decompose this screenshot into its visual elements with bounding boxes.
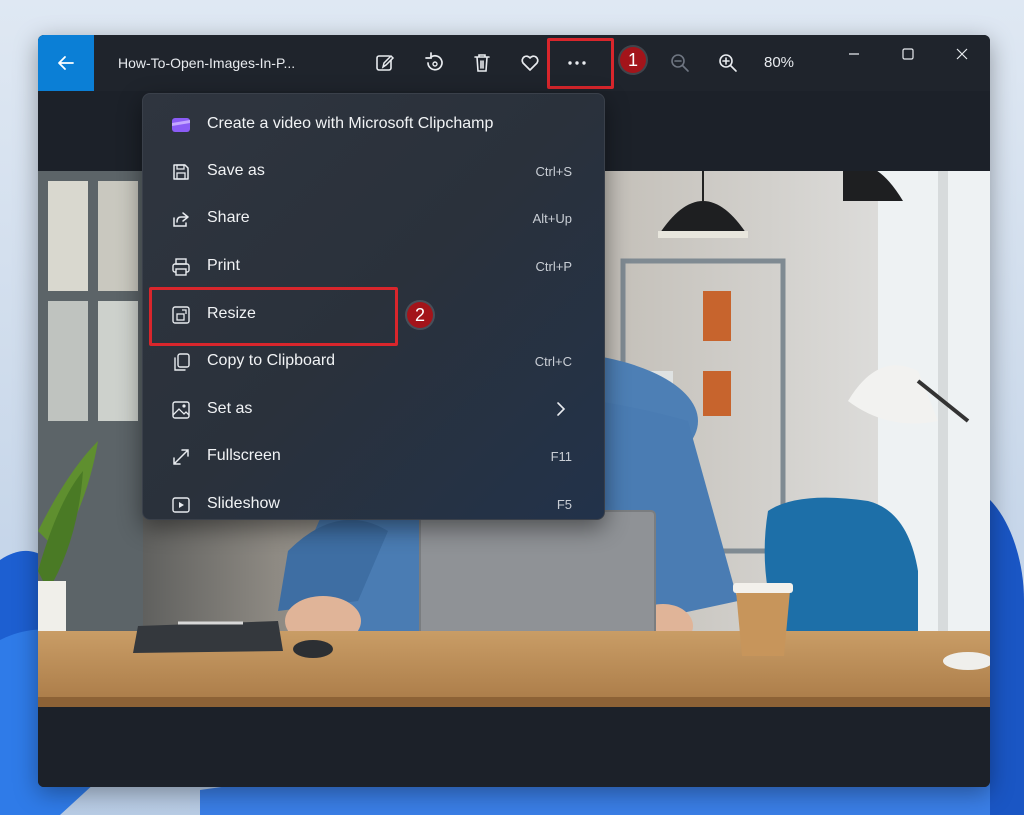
menu-item-shortcut: Alt+Up bbox=[532, 211, 572, 226]
menu-item-fullscreen[interactable]: Fullscreen F11 bbox=[149, 435, 598, 479]
share-icon bbox=[173, 212, 189, 227]
zoom-out-icon bbox=[671, 54, 689, 72]
menu-item-clipchamp[interactable]: Create a video with Microsoft Clipchamp bbox=[149, 103, 598, 147]
favorite-button[interactable] bbox=[516, 49, 544, 77]
menu-item-label: Copy to Clipboard bbox=[207, 352, 336, 369]
title-bar: How-To-Open-Images-In-P... 80% bbox=[38, 35, 990, 91]
rotate-icon bbox=[425, 52, 443, 71]
menu-item-label: Share bbox=[207, 209, 250, 226]
menu-item-slideshow[interactable]: Slideshow F5 bbox=[149, 483, 598, 527]
menu-item-set-as[interactable]: Set as bbox=[149, 388, 598, 432]
menu-item-print[interactable]: Print Ctrl+P bbox=[149, 245, 598, 289]
menu-item-label: Print bbox=[207, 257, 240, 274]
menu-item-label: Save as bbox=[207, 162, 265, 179]
delete-icon bbox=[474, 54, 490, 72]
menu-item-shortcut: Ctrl+C bbox=[534, 354, 572, 369]
zoom-in-button[interactable] bbox=[714, 49, 742, 77]
menu-item-shortcut: F5 bbox=[556, 497, 572, 512]
step-badge-1: 1 bbox=[620, 47, 646, 73]
menu-item-save-as[interactable]: Save as Ctrl+S bbox=[149, 150, 598, 194]
menu-item-label: Set as bbox=[207, 400, 253, 417]
canvas-bottom-band bbox=[38, 707, 990, 787]
chevron-right-icon bbox=[557, 402, 566, 416]
close-button[interactable] bbox=[942, 43, 982, 65]
maximize-button[interactable] bbox=[888, 43, 928, 65]
menu-item-label: Fullscreen bbox=[207, 447, 281, 464]
menu-item-shortcut: Ctrl+S bbox=[535, 164, 572, 179]
fullscreen-icon bbox=[173, 449, 189, 465]
edit-image-button[interactable] bbox=[371, 49, 399, 77]
back-button[interactable] bbox=[38, 35, 94, 91]
save-icon bbox=[173, 164, 189, 180]
copy-icon bbox=[174, 353, 190, 371]
menu-item-shortcut: Ctrl+P bbox=[535, 259, 572, 274]
step-badge-2: 2 bbox=[407, 302, 433, 328]
file-title: How-To-Open-Images-In-P... bbox=[118, 55, 296, 71]
rotate-button[interactable] bbox=[420, 49, 448, 77]
set-as-icon bbox=[172, 401, 190, 419]
menu-item-label: Create a video with Microsoft Clipchamp bbox=[207, 115, 494, 132]
delete-button[interactable] bbox=[468, 49, 496, 77]
menu-item-shortcut: F11 bbox=[550, 449, 572, 464]
print-icon bbox=[172, 258, 190, 276]
zoom-in-icon bbox=[719, 54, 737, 72]
zoom-level[interactable]: 80% bbox=[764, 54, 794, 71]
edit-image-icon bbox=[376, 54, 395, 71]
menu-item-share[interactable]: Share Alt+Up bbox=[149, 197, 598, 241]
slideshow-icon bbox=[172, 497, 190, 513]
clipchamp-icon bbox=[172, 118, 190, 132]
menu-item-copy-to-clipboard[interactable]: Copy to Clipboard Ctrl+C bbox=[149, 340, 598, 384]
menu-item-label: Slideshow bbox=[207, 495, 280, 512]
highlight-more-options bbox=[547, 38, 614, 89]
zoom-out-button[interactable] bbox=[666, 49, 694, 77]
maximize-icon bbox=[902, 48, 914, 60]
minimize-button[interactable] bbox=[834, 43, 874, 65]
arrow-left-icon bbox=[58, 56, 74, 70]
minimize-icon bbox=[849, 53, 859, 55]
highlight-resize bbox=[149, 287, 398, 346]
close-icon bbox=[956, 48, 968, 60]
favorite-icon bbox=[521, 55, 539, 71]
